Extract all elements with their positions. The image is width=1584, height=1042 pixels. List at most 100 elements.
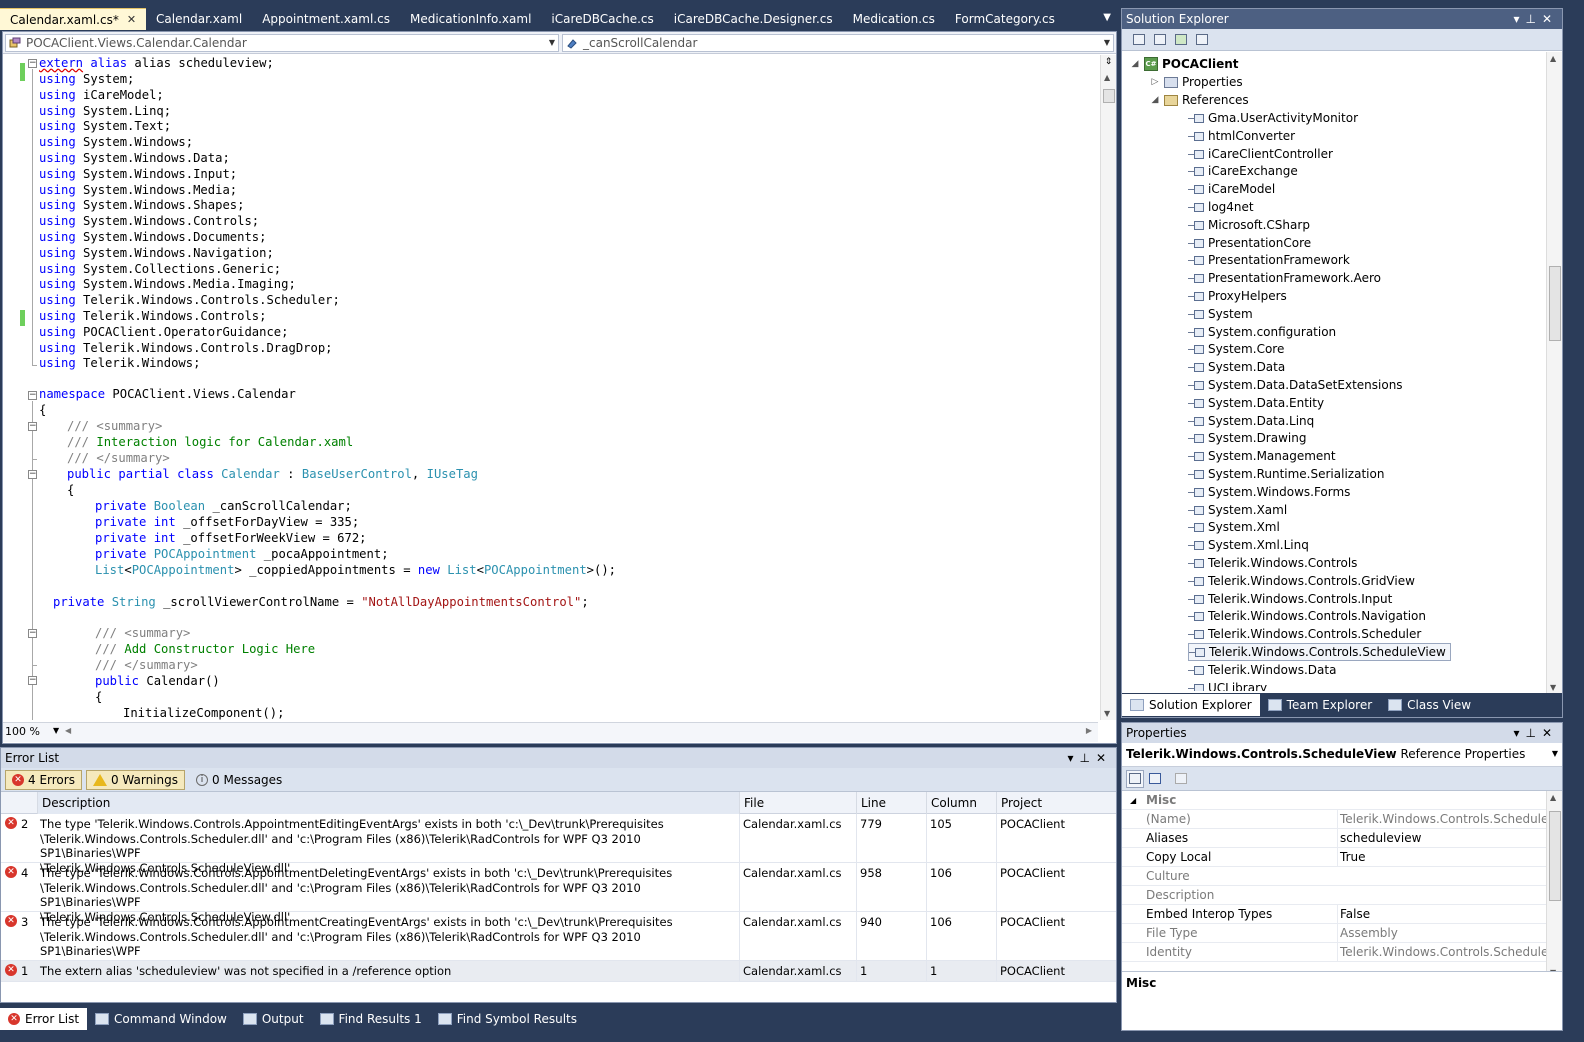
tab-error-list[interactable]: ✕ Error List xyxy=(0,1008,88,1030)
collapse-icon[interactable]: − xyxy=(28,470,37,479)
tab-appointment-xaml-cs[interactable]: Appointment.xaml.cs xyxy=(252,8,400,30)
tree-node-reference[interactable]: Telerik.Windows.Controls.Navigation xyxy=(1188,607,1426,625)
member-selector[interactable]: _canScrollCalendar ▼ xyxy=(562,34,1114,52)
tree-node-reference[interactable]: UCLibrary xyxy=(1188,679,1267,691)
collapse-icon[interactable]: − xyxy=(28,629,37,638)
property-pages-button[interactable] xyxy=(1172,770,1190,788)
show-all-files-button[interactable] xyxy=(1151,31,1169,49)
tree-node-reference[interactable]: System.Data xyxy=(1188,358,1285,376)
property-value[interactable]: scheduleview xyxy=(1337,829,1547,848)
tree-node-reference[interactable]: Gma.UserActivityMonitor xyxy=(1188,109,1358,127)
editor-vertical-scrollbar[interactable]: ⇕ ▲ ▼ xyxy=(1100,55,1116,720)
tree-node-references[interactable]: ◢ References xyxy=(1150,91,1249,109)
tree-node-reference[interactable]: System.Xaml xyxy=(1188,501,1287,519)
scroll-down-icon[interactable]: ▼ xyxy=(1550,683,1556,692)
property-row[interactable]: Aliases scheduleview xyxy=(1122,829,1546,848)
tab-formcategory-cs[interactable]: FormCategory.cs xyxy=(945,8,1065,30)
scrollbar-thumb[interactable] xyxy=(1549,266,1561,341)
column-header-file[interactable]: File xyxy=(739,792,856,814)
tree-node-reference[interactable]: System.Drawing xyxy=(1188,429,1306,447)
collapse-icon[interactable]: − xyxy=(28,676,37,685)
tree-node-reference[interactable]: Telerik.Windows.Controls xyxy=(1188,554,1357,572)
close-icon[interactable]: ✕ xyxy=(1542,12,1558,26)
tree-node-reference[interactable]: PresentationFramework xyxy=(1188,251,1350,269)
scroll-up-icon[interactable]: ▲ xyxy=(1104,73,1110,82)
tree-node-reference[interactable]: System.Runtime.Serialization xyxy=(1188,465,1384,483)
tab-class-view[interactable]: Class View xyxy=(1380,694,1479,716)
scrollbar-thumb[interactable] xyxy=(1549,811,1561,901)
category-row[interactable]: ◢ Misc xyxy=(1122,791,1546,810)
tab-command-window[interactable]: Command Window xyxy=(87,1008,235,1030)
scroll-left-icon[interactable]: ◀ xyxy=(65,726,71,735)
property-row[interactable]: Description xyxy=(1122,886,1546,905)
properties-button[interactable] xyxy=(1130,31,1148,49)
tree-node-reference[interactable]: System.Xml xyxy=(1188,518,1280,536)
tab-solution-explorer[interactable]: Solution Explorer xyxy=(1122,694,1260,716)
tree-node-properties[interactable]: ▷ Properties xyxy=(1150,73,1243,91)
split-handle-icon[interactable]: ⇕ xyxy=(1103,57,1114,69)
tab-list-dropdown-icon[interactable]: ▼ xyxy=(1103,12,1111,23)
tree-node-reference[interactable]: System.Windows.Forms xyxy=(1188,483,1350,501)
categorized-button[interactable] xyxy=(1126,769,1144,788)
scroll-down-icon[interactable]: ▼ xyxy=(1104,709,1110,718)
solution-explorer-scrollbar[interactable]: ▲ ▼ xyxy=(1546,52,1562,694)
collapse-icon[interactable]: − xyxy=(28,422,37,431)
collapse-arrow-icon[interactable]: ◢ xyxy=(1150,91,1160,109)
tree-node-reference[interactable]: System.configuration xyxy=(1188,323,1336,341)
object-selector[interactable]: Telerik.Windows.Controls.ScheduleView Re… xyxy=(1122,743,1562,767)
property-row[interactable]: File Type Assembly xyxy=(1122,924,1546,943)
column-header-description[interactable]: Description xyxy=(37,792,739,814)
tab-find-symbol-results[interactable]: Find Symbol Results xyxy=(430,1008,585,1030)
errors-filter-button[interactable]: ✕ 4 Errors xyxy=(5,769,82,790)
tree-node-reference[interactable]: htmlConverter xyxy=(1188,127,1295,145)
warnings-filter-button[interactable]: 0 Warnings xyxy=(85,769,185,790)
tab-find-results[interactable]: Find Results 1 xyxy=(312,1008,430,1030)
alphabetical-button[interactable] xyxy=(1146,770,1164,788)
collapse-icon[interactable]: − xyxy=(28,59,37,68)
tab-medication-cs[interactable]: Medication.cs xyxy=(843,8,945,30)
tree-node-reference[interactable]: System.Xml.Linq xyxy=(1188,536,1309,554)
tree-node-reference[interactable]: PresentationFramework.Aero xyxy=(1188,269,1381,287)
refresh-button[interactable] xyxy=(1172,31,1190,49)
tab-output[interactable]: Output xyxy=(235,1008,312,1030)
tree-node-reference[interactable]: Telerik.Windows.Controls.GridView xyxy=(1188,572,1415,590)
expand-arrow-icon[interactable]: ▷ xyxy=(1150,73,1160,91)
tree-node-reference[interactable]: Microsoft.CSharp xyxy=(1188,216,1310,234)
property-row[interactable]: Culture xyxy=(1122,867,1546,886)
type-selector[interactable]: POCAClient.Views.Calendar.Calendar ▼ xyxy=(5,34,559,52)
chevron-down-icon[interactable]: ▼ xyxy=(53,726,59,735)
window-position-icon[interactable]: ▾ xyxy=(1513,12,1525,26)
messages-filter-button[interactable]: i 0 Messages xyxy=(189,770,289,790)
close-icon[interactable]: ✕ xyxy=(127,9,136,31)
tab-team-explorer[interactable]: Team Explorer xyxy=(1260,694,1381,716)
column-header-project[interactable]: Project xyxy=(996,792,1116,814)
zoom-level[interactable]: 100 % xyxy=(5,725,40,738)
property-row[interactable]: Copy Local True xyxy=(1122,848,1546,867)
tab-calendar-xaml-cs[interactable]: Calendar.xaml.cs* ✕ xyxy=(0,8,147,31)
tree-node-project[interactable]: ◢ C# POCAClient xyxy=(1130,55,1239,73)
window-position-icon[interactable]: ▾ xyxy=(1513,726,1525,740)
tab-icaredbcache-cs[interactable]: iCareDBCache.cs xyxy=(541,8,663,30)
tab-medicationinfo-xaml[interactable]: MedicationInfo.xaml xyxy=(400,8,541,30)
tree-node-reference[interactable]: System.Data.Linq xyxy=(1188,412,1314,430)
property-value[interactable]: False xyxy=(1337,905,1547,924)
pin-icon[interactable]: ⊥ xyxy=(1525,726,1541,740)
code-area[interactable]: − − − − − − extern alias alias schedulev… xyxy=(3,55,1098,720)
tree-node-reference[interactable]: ProxyHelpers xyxy=(1188,287,1287,305)
tree-node-reference[interactable]: System.Data.DataSetExtensions xyxy=(1188,376,1403,394)
error-row[interactable]: ✕ 2 The type 'Telerik.Windows.Controls.App… xyxy=(1,814,1116,875)
pin-icon[interactable]: ⊥ xyxy=(1079,751,1095,765)
tree-node-reference[interactable]: System xyxy=(1188,305,1253,323)
tree-node-reference[interactable]: Telerik.Windows.Controls.ScheduleView xyxy=(1188,643,1451,661)
tab-icaredbcache-designer-cs[interactable]: iCareDBCache.Designer.cs xyxy=(664,8,843,30)
scroll-up-icon[interactable]: ▲ xyxy=(1550,793,1556,802)
tree-node-reference[interactable]: System.Core xyxy=(1188,340,1284,358)
scroll-right-icon[interactable]: ▶ xyxy=(1086,726,1092,735)
tree-node-reference[interactable]: PresentationCore xyxy=(1188,234,1311,252)
scrollbar-thumb[interactable] xyxy=(1103,89,1115,103)
property-row[interactable]: Embed Interop Types False xyxy=(1122,905,1546,924)
view-class-diagram-button[interactable] xyxy=(1193,31,1211,49)
scroll-up-icon[interactable]: ▲ xyxy=(1550,54,1556,63)
close-icon[interactable]: ✕ xyxy=(1542,726,1558,740)
tree-node-reference[interactable]: System.Data.Entity xyxy=(1188,394,1324,412)
